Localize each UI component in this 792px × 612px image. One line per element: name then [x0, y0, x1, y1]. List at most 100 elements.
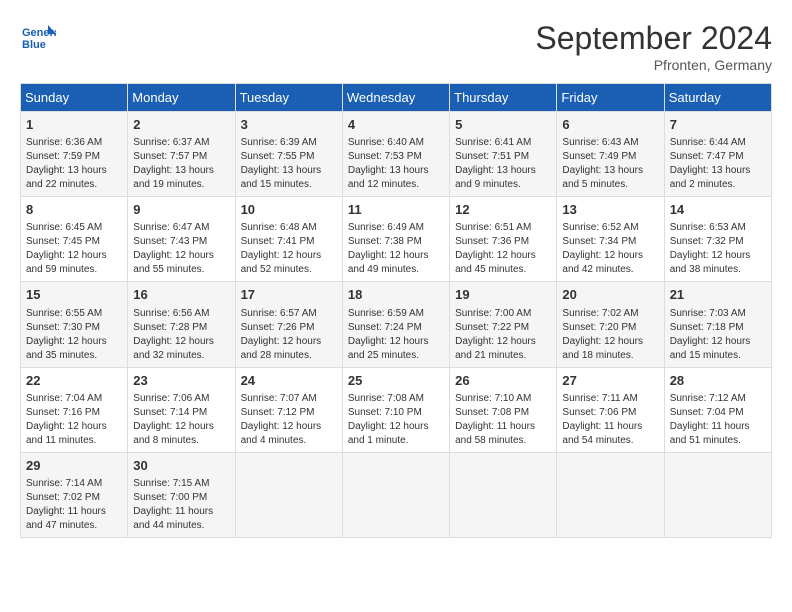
- day-number: 7: [670, 116, 766, 134]
- calendar-cell: 15 Sunrise: 6:55 AM Sunset: 7:30 PM Dayli…: [21, 282, 128, 367]
- day-info: Sunrise: 6:51 AM Sunset: 7:36 PM Dayligh…: [455, 221, 551, 277]
- day-info: Sunrise: 6:40 AM Sunset: 7:53 PM Dayligh…: [348, 136, 444, 192]
- day-number: 3: [241, 116, 337, 134]
- day-info: Sunrise: 6:37 AM Sunset: 7:57 PM Dayligh…: [133, 136, 229, 192]
- day-number: 13: [562, 201, 658, 219]
- page-header: General Blue September 2024 Pfronten, Ge…: [20, 20, 772, 73]
- logo: General Blue: [20, 20, 56, 56]
- day-info: Sunrise: 6:48 AM Sunset: 7:41 PM Dayligh…: [241, 221, 337, 277]
- day-number: 21: [670, 286, 766, 304]
- day-info: Sunrise: 6:52 AM Sunset: 7:34 PM Dayligh…: [562, 221, 658, 277]
- header-friday: Friday: [557, 84, 664, 112]
- calendar-cell: 7 Sunrise: 6:44 AM Sunset: 7:47 PM Daylig…: [664, 112, 771, 197]
- header-thursday: Thursday: [450, 84, 557, 112]
- calendar-cell: 10Sunrise: 6:48 AM Sunset: 7:41 PM Dayli…: [235, 197, 342, 282]
- logo-icon: General Blue: [20, 20, 56, 56]
- calendar-cell: 27 Sunrise: 7:11 AM Sunset: 7:06 PM Dayli…: [557, 367, 664, 452]
- day-number: 15: [26, 286, 122, 304]
- month-title: September 2024: [535, 20, 772, 57]
- calendar-cell: 25 Sunrise: 7:08 AM Sunset: 7:10 PM Dayli…: [342, 367, 449, 452]
- header-saturday: Saturday: [664, 84, 771, 112]
- day-number: 9: [133, 201, 229, 219]
- calendar-week-row: 15 Sunrise: 6:55 AM Sunset: 7:30 PM Dayli…: [21, 282, 772, 367]
- day-number: 17: [241, 286, 337, 304]
- calendar-cell: 3 Sunrise: 6:39 AM Sunset: 7:55 PM Daylig…: [235, 112, 342, 197]
- header-sunday: Sunday: [21, 84, 128, 112]
- day-info: Sunrise: 6:39 AM Sunset: 7:55 PM Dayligh…: [241, 136, 337, 192]
- calendar-cell: 28 Sunrise: 7:12 AM Sunset: 7:04 PM Dayli…: [664, 367, 771, 452]
- day-number: 14: [670, 201, 766, 219]
- day-info: Sunrise: 7:02 AM Sunset: 7:20 PM Dayligh…: [562, 307, 658, 363]
- calendar-cell: 29Sunrise: 7:14 AM Sunset: 7:02 PM Dayli…: [21, 452, 128, 537]
- calendar-week-row: 8Sunrise: 6:45 AM Sunset: 7:45 PM Daylig…: [21, 197, 772, 282]
- day-info: Sunrise: 6:44 AM Sunset: 7:47 PM Dayligh…: [670, 136, 766, 192]
- day-info: Sunrise: 7:10 AM Sunset: 7:08 PM Dayligh…: [455, 392, 551, 448]
- calendar-cell: 14 Sunrise: 6:53 AM Sunset: 7:32 PM Dayli…: [664, 197, 771, 282]
- day-info: Sunrise: 6:57 AM Sunset: 7:26 PM Dayligh…: [241, 307, 337, 363]
- day-number: 5: [455, 116, 551, 134]
- day-number: 25: [348, 372, 444, 390]
- day-number: 22: [26, 372, 122, 390]
- calendar-cell: 1 Sunrise: 6:36 AM Sunset: 7:59 PM Daylig…: [21, 112, 128, 197]
- day-number: 11: [348, 201, 444, 219]
- calendar-cell: 4 Sunrise: 6:40 AM Sunset: 7:53 PM Daylig…: [342, 112, 449, 197]
- day-info: Sunrise: 6:47 AM Sunset: 7:43 PM Dayligh…: [133, 221, 229, 277]
- calendar-cell: 16 Sunrise: 6:56 AM Sunset: 7:28 PM Dayli…: [128, 282, 235, 367]
- calendar-cell: 24 Sunrise: 7:07 AM Sunset: 7:12 PM Dayli…: [235, 367, 342, 452]
- day-number: 20: [562, 286, 658, 304]
- calendar-cell: [664, 452, 771, 537]
- day-number: 6: [562, 116, 658, 134]
- day-number: 8: [26, 201, 122, 219]
- day-info: Sunrise: 6:55 AM Sunset: 7:30 PM Dayligh…: [26, 307, 122, 363]
- day-number: 19: [455, 286, 551, 304]
- calendar-cell: 12Sunrise: 6:51 AM Sunset: 7:36 PM Dayli…: [450, 197, 557, 282]
- day-info: Sunrise: 6:36 AM Sunset: 7:59 PM Dayligh…: [26, 136, 122, 192]
- day-info: Sunrise: 6:53 AM Sunset: 7:32 PM Dayligh…: [670, 221, 766, 277]
- calendar-cell: [342, 452, 449, 537]
- day-info: Sunrise: 7:08 AM Sunset: 7:10 PM Dayligh…: [348, 392, 444, 448]
- svg-text:Blue: Blue: [22, 39, 46, 51]
- day-info: Sunrise: 6:43 AM Sunset: 7:49 PM Dayligh…: [562, 136, 658, 192]
- calendar-cell: 6 Sunrise: 6:43 AM Sunset: 7:49 PM Daylig…: [557, 112, 664, 197]
- day-info: Sunrise: 6:49 AM Sunset: 7:38 PM Dayligh…: [348, 221, 444, 277]
- day-info: Sunrise: 7:15 AM Sunset: 7:00 PM Dayligh…: [133, 477, 229, 533]
- calendar-week-row: 29Sunrise: 7:14 AM Sunset: 7:02 PM Dayli…: [21, 452, 772, 537]
- calendar-cell: 9 Sunrise: 6:47 AM Sunset: 7:43 PM Daylig…: [128, 197, 235, 282]
- day-number: 26: [455, 372, 551, 390]
- day-info: Sunrise: 7:00 AM Sunset: 7:22 PM Dayligh…: [455, 307, 551, 363]
- day-info: Sunrise: 6:59 AM Sunset: 7:24 PM Dayligh…: [348, 307, 444, 363]
- day-number: 28: [670, 372, 766, 390]
- day-info: Sunrise: 6:41 AM Sunset: 7:51 PM Dayligh…: [455, 136, 551, 192]
- calendar-cell: [235, 452, 342, 537]
- calendar-cell: 18 Sunrise: 6:59 AM Sunset: 7:24 PM Dayli…: [342, 282, 449, 367]
- day-info: Sunrise: 6:56 AM Sunset: 7:28 PM Dayligh…: [133, 307, 229, 363]
- day-number: 1: [26, 116, 122, 134]
- day-info: Sunrise: 7:03 AM Sunset: 7:18 PM Dayligh…: [670, 307, 766, 363]
- calendar-cell: 11 Sunrise: 6:49 AM Sunset: 7:38 PM Dayli…: [342, 197, 449, 282]
- day-info: Sunrise: 7:12 AM Sunset: 7:04 PM Dayligh…: [670, 392, 766, 448]
- day-number: 16: [133, 286, 229, 304]
- day-number: 30: [133, 457, 229, 475]
- day-info: Sunrise: 7:04 AM Sunset: 7:16 PM Dayligh…: [26, 392, 122, 448]
- day-number: 29: [26, 457, 122, 475]
- calendar-cell: [450, 452, 557, 537]
- header-wednesday: Wednesday: [342, 84, 449, 112]
- calendar-cell: 21 Sunrise: 7:03 AM Sunset: 7:18 PM Dayli…: [664, 282, 771, 367]
- location: Pfronten, Germany: [535, 57, 772, 73]
- day-info: Sunrise: 7:11 AM Sunset: 7:06 PM Dayligh…: [562, 392, 658, 448]
- calendar-cell: 5 Sunrise: 6:41 AM Sunset: 7:51 PM Daylig…: [450, 112, 557, 197]
- calendar-cell: 13 Sunrise: 6:52 AM Sunset: 7:34 PM Dayli…: [557, 197, 664, 282]
- calendar-cell: 19 Sunrise: 7:00 AM Sunset: 7:22 PM Dayli…: [450, 282, 557, 367]
- calendar-cell: 20 Sunrise: 7:02 AM Sunset: 7:20 PM Dayli…: [557, 282, 664, 367]
- calendar-cell: 23Sunrise: 7:06 AM Sunset: 7:14 PM Dayli…: [128, 367, 235, 452]
- day-number: 4: [348, 116, 444, 134]
- day-number: 27: [562, 372, 658, 390]
- day-number: 23: [133, 372, 229, 390]
- day-info: Sunrise: 7:07 AM Sunset: 7:12 PM Dayligh…: [241, 392, 337, 448]
- day-number: 18: [348, 286, 444, 304]
- calendar-cell: 2Sunrise: 6:37 AM Sunset: 7:57 PM Daylig…: [128, 112, 235, 197]
- day-number: 24: [241, 372, 337, 390]
- calendar-cell: [557, 452, 664, 537]
- header-tuesday: Tuesday: [235, 84, 342, 112]
- calendar-week-row: 22 Sunrise: 7:04 AM Sunset: 7:16 PM Dayli…: [21, 367, 772, 452]
